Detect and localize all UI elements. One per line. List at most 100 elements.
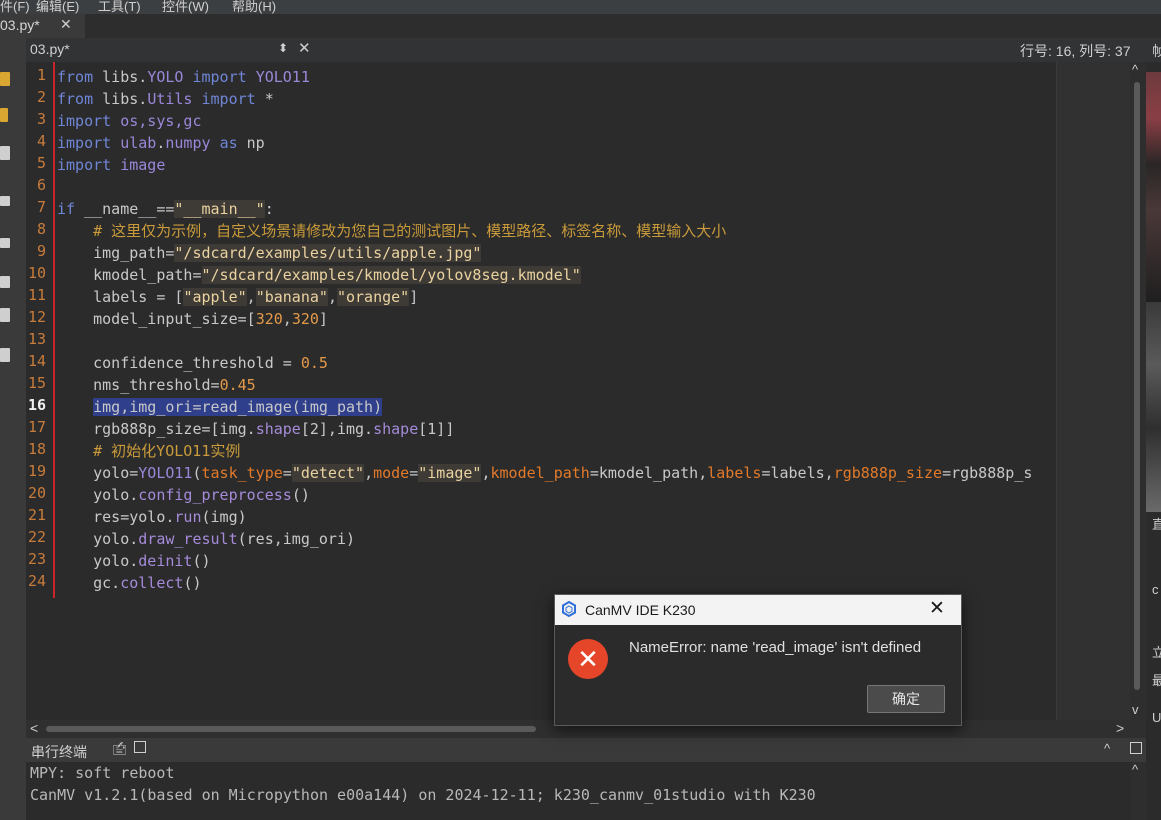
- code-comment: # 初始化YOLO11实例: [93, 442, 241, 460]
- frame-buffer-panel: 直 c 立 最 U: [1146, 62, 1161, 742]
- code-line: if __name__=="__main__":: [57, 200, 274, 218]
- line-number: 21: [27, 506, 46, 524]
- modified-marker: [53, 62, 55, 598]
- scroll-down-icon[interactable]: v: [1132, 702, 1139, 717]
- scrollbar-thumb[interactable]: [1134, 82, 1140, 690]
- collapse-icon[interactable]: ^: [1104, 741, 1110, 756]
- editor-vertical-scrollbar[interactable]: ^ v: [1130, 62, 1146, 720]
- code-comment: # 这里仅为示例，自定义场景请修改为您自己的测试图片、模型路径、标签名称、模型输…: [93, 222, 727, 240]
- redo-icon[interactable]: [0, 238, 10, 248]
- ok-button[interactable]: 确定: [867, 685, 945, 713]
- edit-icon[interactable]: [0, 108, 8, 122]
- line-number: 6: [36, 176, 46, 194]
- line-number: 9: [36, 242, 46, 260]
- line-number: 4: [36, 132, 46, 150]
- line-number: 24: [27, 572, 46, 590]
- error-icon: ✕: [568, 639, 608, 679]
- copy-icon[interactable]: [0, 308, 10, 322]
- error-message: NameError: name 'read_image' isn't defin…: [629, 639, 922, 656]
- line-number: 16: [27, 396, 46, 414]
- save-log-icon[interactable]: [134, 741, 146, 753]
- cut-icon[interactable]: [0, 276, 10, 288]
- code-line: kmodel_path="/sdcard/examples/kmodel/yol…: [93, 266, 581, 284]
- terminal-line: MPY: soft reboot: [30, 764, 175, 782]
- close-icon[interactable]: ✕: [60, 16, 72, 33]
- paste-icon[interactable]: [0, 348, 10, 362]
- menu-file[interactable]: 件(F): [0, 0, 30, 14]
- line-number: 7: [36, 198, 46, 216]
- line-number: 17: [27, 418, 46, 436]
- frame-buffer-image: [1146, 72, 1161, 302]
- dialog-title: CanMV IDE K230: [585, 602, 696, 618]
- line-number-gutter: 1 2 3 4 5 6 7 8 9 10 11 12 13 14 15 16 17 18 19 20 21 22 23 24: [26, 62, 52, 607]
- clear-terminal-icon[interactable]: 🖆: [112, 741, 127, 763]
- line-number: 18: [27, 440, 46, 458]
- scroll-right-icon[interactable]: >: [1116, 720, 1124, 736]
- menu-edit[interactable]: 编辑(E): [36, 0, 79, 14]
- serial-terminal-output[interactable]: MPY: soft reboot CanMV v1.2.1(based on M…: [26, 762, 1130, 820]
- code-line: import os,sys,gc: [57, 112, 202, 130]
- scroll-up-icon[interactable]: ^: [1132, 62, 1138, 77]
- editor-header: 03.py* ⬍ ✕ 行号: 16, 列号: 37: [26, 38, 1146, 63]
- code-line: gc.collect(): [93, 574, 202, 592]
- right-panel-text: 直: [1152, 517, 1161, 532]
- line-number: 23: [27, 550, 46, 568]
- close-icon[interactable]: ✕: [929, 597, 945, 620]
- scroll-up-icon[interactable]: ^: [1132, 762, 1138, 777]
- line-number: 2: [36, 88, 46, 106]
- terminal-vertical-scrollbar[interactable]: ^: [1130, 762, 1146, 820]
- code-line: confidence_threshold = 0.5: [93, 354, 328, 372]
- code-line: res=yolo.run(img): [93, 508, 247, 526]
- right-panel-header: 帧: [1146, 38, 1161, 62]
- terminal-line: CanMV v1.2.1(based on Micropython e00a14…: [30, 786, 816, 804]
- scrollbar-thumb[interactable]: [46, 726, 536, 732]
- line-number: 14: [27, 352, 46, 370]
- document-tab[interactable]: 03.py* ✕: [0, 14, 85, 38]
- code-line-selected: img,img_ori=read_image(img_path): [93, 398, 383, 416]
- code-line: model_input_size=[320,320]: [93, 310, 328, 328]
- scroll-left-icon[interactable]: <: [30, 720, 38, 736]
- line-number: 3: [36, 110, 46, 128]
- cursor-position: 行号: 16, 列号: 37: [1020, 43, 1131, 59]
- serial-terminal-title[interactable]: 串行终端: [31, 742, 87, 762]
- code-line: from libs.Utils import *: [57, 90, 274, 108]
- file-selector[interactable]: 03.py*: [30, 41, 70, 57]
- line-number: 12: [27, 308, 46, 326]
- code-line: yolo.draw_result(res,img_ori): [93, 530, 356, 548]
- menu-widgets[interactable]: 控件(W): [162, 0, 209, 14]
- error-dialog: CanMV IDE K230 ✕ ✕ NameError: name 'read…: [554, 594, 962, 726]
- error-x-glyph: ✕: [577, 644, 599, 674]
- code-line: import image: [57, 156, 166, 174]
- line-number: 10: [27, 264, 46, 282]
- line-number: 5: [36, 154, 46, 172]
- dialog-titlebar: CanMV IDE K230 ✕: [555, 595, 961, 625]
- serial-terminal-header: 串行终端 🖆 ^: [26, 738, 1146, 762]
- code-line: labels = ["apple","banana","orange"]: [93, 288, 419, 306]
- code-line: import ulab.numpy as np: [57, 134, 265, 152]
- code-line: yolo.deinit(): [93, 552, 211, 570]
- line-number: 19: [27, 462, 46, 480]
- line-number: 8: [36, 220, 46, 238]
- code-line: from libs.YOLO import YOLO11: [57, 68, 310, 86]
- line-number: 22: [27, 528, 46, 546]
- line-number: 1: [36, 66, 46, 84]
- close-icon[interactable]: ✕: [298, 39, 311, 57]
- histogram-area: [1146, 302, 1161, 512]
- line-number: 11: [27, 286, 46, 304]
- undo-icon[interactable]: [0, 196, 10, 206]
- menu-bar: 件(F) 编辑(E) 工具(T) 控件(W) 帮助(H): [0, 0, 1161, 14]
- code-line: nms_threshold=0.45: [93, 376, 256, 394]
- right-panel-text: U: [1152, 710, 1161, 725]
- left-toolbar: [0, 38, 27, 820]
- document-tab-bar: 03.py* ✕: [0, 14, 1161, 38]
- menu-help[interactable]: 帮助(H): [232, 0, 276, 14]
- minimap[interactable]: [1056, 62, 1131, 720]
- save-icon[interactable]: [0, 146, 10, 160]
- code-line: yolo.config_preprocess(): [93, 486, 310, 504]
- code-line: img_path="/sdcard/examples/utils/apple.j…: [93, 244, 482, 262]
- updown-arrow-icon[interactable]: ⬍: [278, 41, 288, 55]
- maximize-icon[interactable]: [1130, 742, 1142, 754]
- menu-tools[interactable]: 工具(T): [98, 0, 141, 14]
- folder-icon[interactable]: [0, 72, 10, 86]
- right-panel-text: 最: [1152, 673, 1161, 688]
